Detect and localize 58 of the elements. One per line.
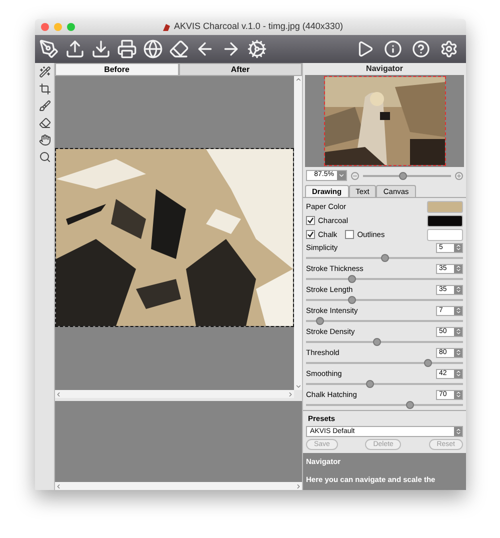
brush-icon[interactable] (38, 100, 50, 112)
checkbox[interactable] (306, 230, 315, 239)
slider-thumb[interactable] (398, 172, 407, 180)
stepper-icon (454, 265, 462, 272)
slider-thumb[interactable] (316, 317, 324, 325)
stepper-icon (454, 349, 462, 356)
slider-thumb[interactable] (406, 401, 414, 409)
scroll-right-icon[interactable] (287, 390, 294, 398)
horizontal-scrollbar[interactable] (55, 390, 294, 398)
color-swatch[interactable] (427, 200, 463, 212)
stepper-icon (454, 286, 462, 293)
app-logo-icon (162, 22, 172, 32)
scroll-right-icon[interactable] (295, 482, 302, 490)
crop-icon[interactable] (38, 83, 50, 95)
slider-thumb[interactable] (366, 380, 374, 388)
pen-icon[interactable] (39, 39, 59, 59)
play-icon[interactable] (356, 40, 374, 58)
gears-icon[interactable] (247, 39, 267, 59)
eraser-icon[interactable] (38, 117, 50, 129)
dropdown-icon (338, 172, 345, 179)
slider-thumb[interactable] (380, 254, 388, 262)
horizontal-scrollbar[interactable] (55, 482, 302, 490)
slider-thumb[interactable] (424, 359, 432, 367)
scroll-left-icon[interactable] (55, 482, 62, 490)
window-title: AKVIS Charcoal v.1.0 - timg.jpg (440x330) (174, 20, 343, 34)
checkbox[interactable] (345, 230, 354, 239)
wand-icon[interactable] (38, 66, 50, 78)
checkbox[interactable] (306, 216, 315, 225)
stepper-icon (454, 328, 462, 335)
color-swatch[interactable] (427, 228, 463, 240)
stepper-icon (454, 428, 462, 436)
scroll-left-icon[interactable] (55, 390, 62, 398)
info-icon[interactable] (384, 40, 402, 58)
zoom-in-icon[interactable] (455, 172, 463, 180)
vertical-scrollbar[interactable] (294, 76, 302, 390)
printer-icon[interactable] (117, 39, 137, 59)
scroll-down-icon[interactable] (294, 383, 302, 390)
color-swatch[interactable] (427, 214, 463, 226)
panel-title: Navigator (365, 63, 404, 75)
globe-icon[interactable] (143, 39, 163, 59)
upload-icon[interactable] (65, 39, 85, 59)
view-tab[interactable]: After (178, 63, 302, 76)
zoom-icon[interactable] (38, 151, 50, 163)
close-button[interactable] (41, 23, 49, 31)
stepper-icon (454, 370, 462, 377)
slider-thumb[interactable] (372, 338, 381, 346)
slider-thumb[interactable] (348, 275, 356, 283)
view-tab[interactable]: Before (55, 63, 178, 76)
zoom-out-icon[interactable] (351, 172, 359, 180)
help-icon[interactable] (412, 40, 430, 58)
stepper-icon (454, 391, 462, 398)
stepper-icon (454, 307, 462, 314)
settings-icon[interactable] (440, 40, 458, 58)
slider-thumb[interactable] (348, 296, 356, 304)
scroll-up-icon[interactable] (294, 76, 302, 83)
stepper-icon (454, 244, 462, 251)
download-icon[interactable] (91, 39, 111, 59)
hand-icon[interactable] (38, 134, 50, 146)
